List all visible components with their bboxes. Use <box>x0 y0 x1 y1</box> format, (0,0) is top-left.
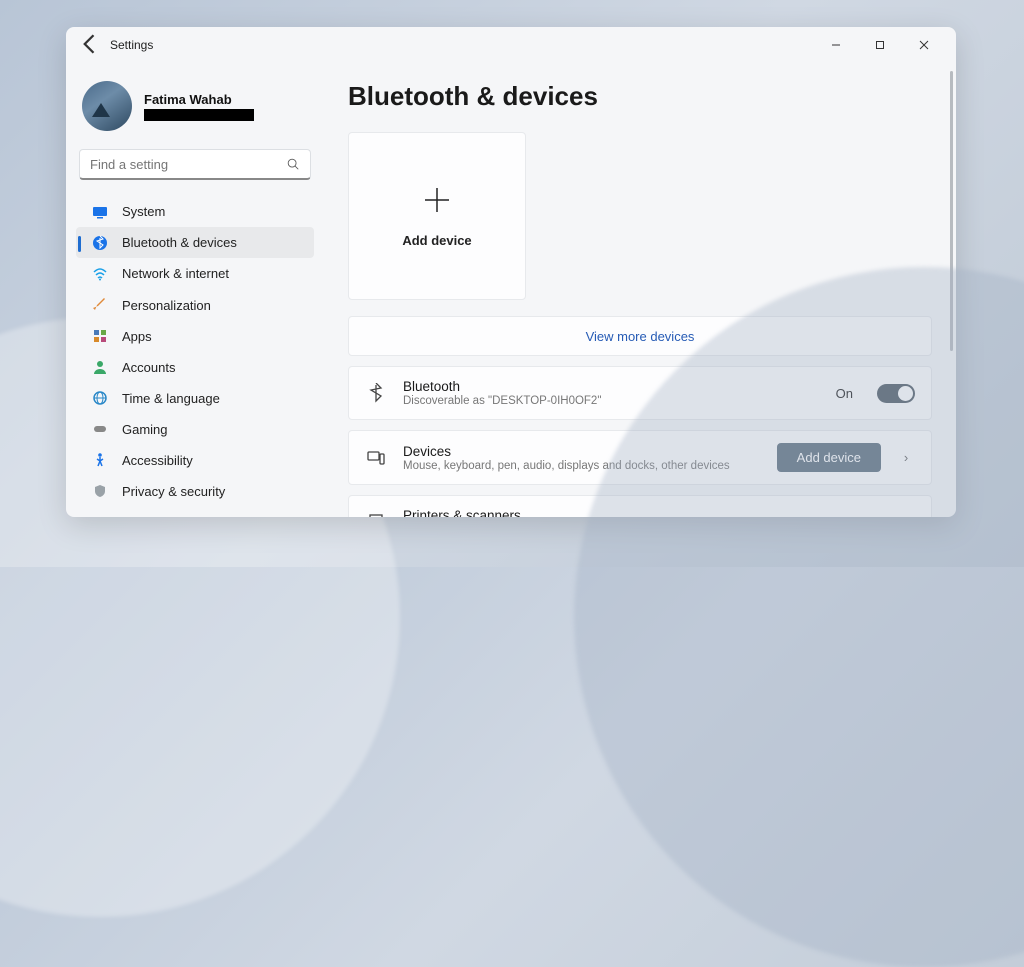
window-title: Settings <box>110 38 153 52</box>
sidebar-item-accessibility[interactable]: Accessibility <box>76 445 314 476</box>
bluetooth-subtitle: Discoverable as "DESKTOP-0IH0OF2" <box>403 395 820 407</box>
sidebar-item-network[interactable]: Network & internet <box>76 258 314 289</box>
printers-title: Printers & scanners <box>403 508 881 517</box>
devices-card[interactable]: Devices Mouse, keyboard, pen, audio, dis… <box>348 430 932 485</box>
wifi-icon <box>92 266 108 282</box>
add-device-tile[interactable]: Add device <box>348 132 526 300</box>
sidebar-item-label: Personalization <box>122 298 211 313</box>
sidebar-item-apps[interactable]: Apps <box>76 321 314 352</box>
maximize-button[interactable] <box>858 31 902 59</box>
sidebar-item-label: Privacy & security <box>122 484 225 499</box>
devices-subtitle: Mouse, keyboard, pen, audio, displays an… <box>403 460 761 472</box>
search-icon <box>286 157 300 171</box>
bluetooth-icon <box>92 235 108 251</box>
titlebar: Settings <box>66 27 956 63</box>
minimize-button[interactable] <box>814 31 858 59</box>
profile-block[interactable]: Fatima Wahab <box>76 63 314 149</box>
sidebar-item-label: Network & internet <box>122 266 229 281</box>
add-device-button[interactable]: Add device <box>777 443 881 472</box>
sidebar: Fatima Wahab System Bluetooth & devices <box>66 63 324 517</box>
brush-icon <box>92 297 108 313</box>
sidebar-item-personalization[interactable]: Personalization <box>76 290 314 321</box>
sidebar-item-label: System <box>122 204 165 219</box>
chevron-right-icon: › <box>897 450 915 465</box>
shield-icon <box>92 483 108 499</box>
bluetooth-card: Bluetooth Discoverable as "DESKTOP-0IH0O… <box>348 366 932 420</box>
sidebar-item-label: Apps <box>122 329 152 344</box>
system-icon <box>92 204 108 220</box>
view-more-devices-link[interactable]: View more devices <box>348 316 932 356</box>
search-input[interactable] <box>90 157 286 172</box>
sidebar-nav: System Bluetooth & devices Network & int… <box>76 196 314 507</box>
settings-window: Settings Fatima Wahab <box>66 27 956 517</box>
printer-icon <box>365 511 387 517</box>
plus-icon <box>422 185 452 215</box>
sidebar-item-accounts[interactable]: Accounts <box>76 352 314 383</box>
sidebar-item-label: Bluetooth & devices <box>122 235 237 250</box>
search-box[interactable] <box>79 149 311 180</box>
accessibility-icon <box>92 452 108 468</box>
person-icon <box>92 359 108 375</box>
sidebar-item-bluetooth-devices[interactable]: Bluetooth & devices <box>76 227 314 258</box>
bluetooth-icon <box>365 382 387 404</box>
sidebar-item-time-language[interactable]: Time & language <box>76 383 314 414</box>
devices-title: Devices <box>403 444 761 459</box>
bluetooth-state-label: On <box>836 386 853 401</box>
window-controls <box>814 31 946 59</box>
sidebar-item-label: Accessibility <box>122 453 193 468</box>
sidebar-item-label: Accounts <box>122 360 175 375</box>
sidebar-item-system[interactable]: System <box>76 196 314 227</box>
profile-name: Fatima Wahab <box>144 92 254 107</box>
sidebar-item-label: Time & language <box>122 391 220 406</box>
sidebar-item-label: Gaming <box>122 422 168 437</box>
main-content: Bluetooth & devices Add device View more… <box>324 63 956 517</box>
apps-icon <box>92 328 108 344</box>
avatar <box>82 81 132 131</box>
view-more-label: View more devices <box>586 329 695 344</box>
add-device-tile-label: Add device <box>402 233 471 248</box>
close-button[interactable] <box>902 31 946 59</box>
page-title: Bluetooth & devices <box>348 81 932 112</box>
bluetooth-title: Bluetooth <box>403 379 820 394</box>
back-button[interactable] <box>76 30 104 61</box>
profile-email-redacted <box>144 109 254 121</box>
devices-icon <box>365 447 387 469</box>
sidebar-item-gaming[interactable]: Gaming <box>76 414 314 445</box>
globe-icon <box>92 390 108 406</box>
gamepad-icon <box>92 421 108 437</box>
bluetooth-toggle[interactable] <box>877 384 915 403</box>
printers-card[interactable]: Printers & scanners Preferences, trouble… <box>348 495 932 517</box>
scrollbar[interactable] <box>950 71 953 351</box>
chevron-right-icon: › <box>897 515 915 518</box>
sidebar-item-privacy[interactable]: Privacy & security <box>76 476 314 507</box>
